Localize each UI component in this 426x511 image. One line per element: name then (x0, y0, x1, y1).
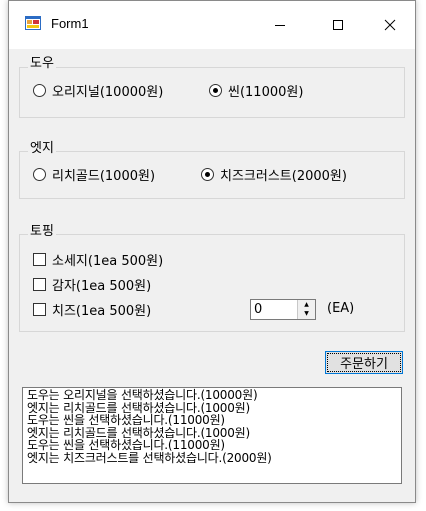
edge-radio-cheese-crust[interactable]: 치즈크러스트(2000원) (201, 165, 347, 184)
checkbox-box (33, 253, 46, 266)
order-button[interactable]: 주문하기 (325, 351, 403, 374)
checkbox-box (33, 278, 46, 291)
topping-check-potato-label: 감자(1ea 500원) (52, 279, 152, 294)
dough-group-title: 도우 (28, 52, 56, 71)
topping-group-title: 토핑 (28, 220, 56, 239)
winforms-app-icon (25, 16, 41, 30)
edge-group-title: 엣지 (28, 137, 56, 156)
topping-check-sausage-label: 소세지(1ea 500원) (52, 254, 164, 269)
log-line: 도우는 오리지널을 선택하셨습니다.(10000원) (27, 388, 258, 402)
window-title: Form1 (51, 16, 89, 31)
cheese-quantity-value[interactable]: 0 (254, 302, 262, 317)
minimize-button[interactable] (257, 1, 303, 49)
cheese-quantity-stepper[interactable]: 0 ▲ ▼ (250, 299, 316, 320)
stepper-down-arrow-icon[interactable]: ▼ (298, 310, 315, 320)
log-line: 엣지는 치즈크러스트를 선택하셨습니다.(2000원) (27, 450, 272, 465)
maximize-button[interactable] (315, 1, 361, 49)
topping-check-sausage[interactable]: 소세지(1ea 500원) (33, 250, 163, 269)
topping-check-cheese-label: 치즈(1ea 500원) (52, 304, 152, 319)
edge-radio-cheese-crust-label: 치즈크러스트(2000원) (220, 169, 347, 184)
radio-indicator (209, 84, 222, 97)
topping-check-cheese[interactable]: 치즈(1ea 500원) (33, 300, 151, 319)
dough-radio-original-label: 오리지널(10000원) (52, 85, 164, 100)
close-icon (384, 19, 396, 31)
minimize-icon (275, 25, 285, 26)
title-bar[interactable]: Form1 (9, 1, 415, 49)
log-line: 도우는 씬을 선택하셨습니다.(11000원) (27, 413, 225, 428)
topping-check-potato[interactable]: 감자(1ea 500원) (33, 275, 151, 294)
dough-radio-thin-label: 씬(11000원) (228, 85, 304, 100)
checkbox-box (33, 303, 46, 316)
edge-radio-rich-gold[interactable]: 리치골드(1000원) (33, 165, 155, 184)
dough-radio-original[interactable]: 오리지널(10000원) (33, 81, 163, 100)
selection-log-textbox[interactable]: 도우는 오리지널을 선택하셨습니다.(10000원) 엣지는 리치골드를 선택하… (22, 387, 402, 484)
radio-indicator (201, 168, 214, 181)
radio-indicator (33, 168, 46, 181)
edge-radio-rich-gold-label: 리치골드(1000원) (52, 169, 156, 184)
close-button[interactable] (367, 1, 413, 49)
dough-radio-thin[interactable]: 씬(11000원) (209, 81, 303, 100)
stepper-up-arrow-icon[interactable]: ▲ (298, 300, 315, 310)
quantity-unit-label: (EA) (327, 301, 355, 316)
maximize-icon (333, 20, 343, 30)
radio-indicator (33, 84, 46, 97)
